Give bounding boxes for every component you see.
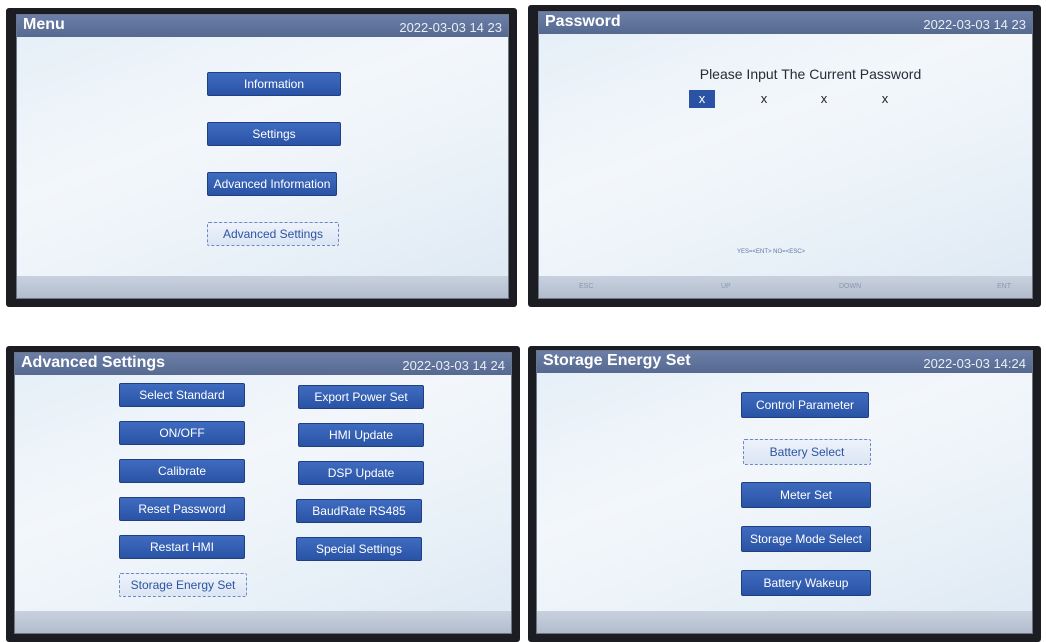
baudrate-rs485-button[interactable]: BaudRate RS485 (296, 499, 422, 523)
control-parameter-button[interactable]: Control Parameter (741, 392, 869, 418)
password-digit-3[interactable]: x (811, 90, 837, 108)
title-bar: Storage Energy Set 2022-03-03 14:24 (537, 351, 1032, 373)
password-digit-1[interactable]: x (689, 90, 715, 108)
battery-select-button[interactable]: Battery Select (743, 439, 871, 465)
advanced-settings-screen: Advanced Settings 2022-03-03 14 24 Selec… (6, 346, 520, 642)
advanced-settings-display: Advanced Settings 2022-03-03 14 24 Selec… (14, 352, 512, 634)
settings-button[interactable]: Settings (207, 122, 341, 146)
title-bar: Advanced Settings 2022-03-03 14 24 (15, 353, 511, 375)
up-key[interactable]: UP (721, 283, 731, 290)
menu-display: Menu 2022-03-03 14 23 Information Settin… (16, 14, 509, 299)
down-key[interactable]: DOWN (839, 283, 861, 290)
datetime: 2022-03-03 14 24 (402, 358, 505, 373)
screen-title: Storage Energy Set (543, 352, 691, 369)
datetime: 2022-03-03 14:24 (923, 356, 1026, 371)
storage-mode-select-button[interactable]: Storage Mode Select (741, 526, 871, 552)
select-standard-button[interactable]: Select Standard (119, 383, 245, 407)
password-digit-2[interactable]: x (751, 90, 777, 108)
footer-bar (15, 611, 511, 633)
footer-bar (537, 611, 1032, 633)
storage-energy-set-button[interactable]: Storage Energy Set (119, 573, 247, 597)
storage-energy-set-screen: Storage Energy Set 2022-03-03 14:24 Cont… (528, 346, 1041, 642)
dsp-update-button[interactable]: DSP Update (298, 461, 424, 485)
battery-wakeup-button[interactable]: Battery Wakeup (741, 570, 871, 596)
password-display: Password 2022-03-03 14 23 Please Input T… (538, 11, 1033, 299)
password-screen: Password 2022-03-03 14 23 Please Input T… (528, 5, 1041, 307)
confirm-hint: YES=<ENT> NO=<ESC> (737, 249, 806, 255)
storage-energy-set-display: Storage Energy Set 2022-03-03 14:24 Cont… (536, 350, 1033, 634)
menu-screen: Menu 2022-03-03 14 23 Information Settin… (6, 8, 517, 307)
title-bar: Menu 2022-03-03 14 23 (17, 15, 508, 37)
information-button[interactable]: Information (207, 72, 341, 96)
ent-key[interactable]: ENT (997, 283, 1011, 290)
meter-set-button[interactable]: Meter Set (741, 482, 871, 508)
esc-key[interactable]: ESC (579, 283, 593, 290)
special-settings-button[interactable]: Special Settings (296, 537, 422, 561)
footer-bar: ESC UP DOWN ENT (539, 276, 1032, 298)
password-digit-4[interactable]: x (872, 90, 898, 108)
reset-password-button[interactable]: Reset Password (119, 497, 245, 521)
hmi-update-button[interactable]: HMI Update (298, 423, 424, 447)
export-power-set-button[interactable]: Export Power Set (298, 385, 424, 409)
footer-bar (17, 276, 508, 298)
restart-hmi-button[interactable]: Restart HMI (119, 535, 245, 559)
screen-title: Password (545, 13, 621, 30)
advanced-information-button[interactable]: Advanced Information (207, 172, 337, 196)
datetime: 2022-03-03 14 23 (399, 20, 502, 35)
advanced-settings-button[interactable]: Advanced Settings (207, 222, 339, 246)
screen-title: Advanced Settings (21, 354, 166, 371)
password-prompt: Please Input The Current Password (699, 66, 922, 82)
on-off-button[interactable]: ON/OFF (119, 421, 245, 445)
datetime: 2022-03-03 14 23 (923, 17, 1026, 32)
title-bar: Password 2022-03-03 14 23 (539, 12, 1032, 34)
screen-title: Menu (23, 16, 65, 33)
calibrate-button[interactable]: Calibrate (119, 459, 245, 483)
